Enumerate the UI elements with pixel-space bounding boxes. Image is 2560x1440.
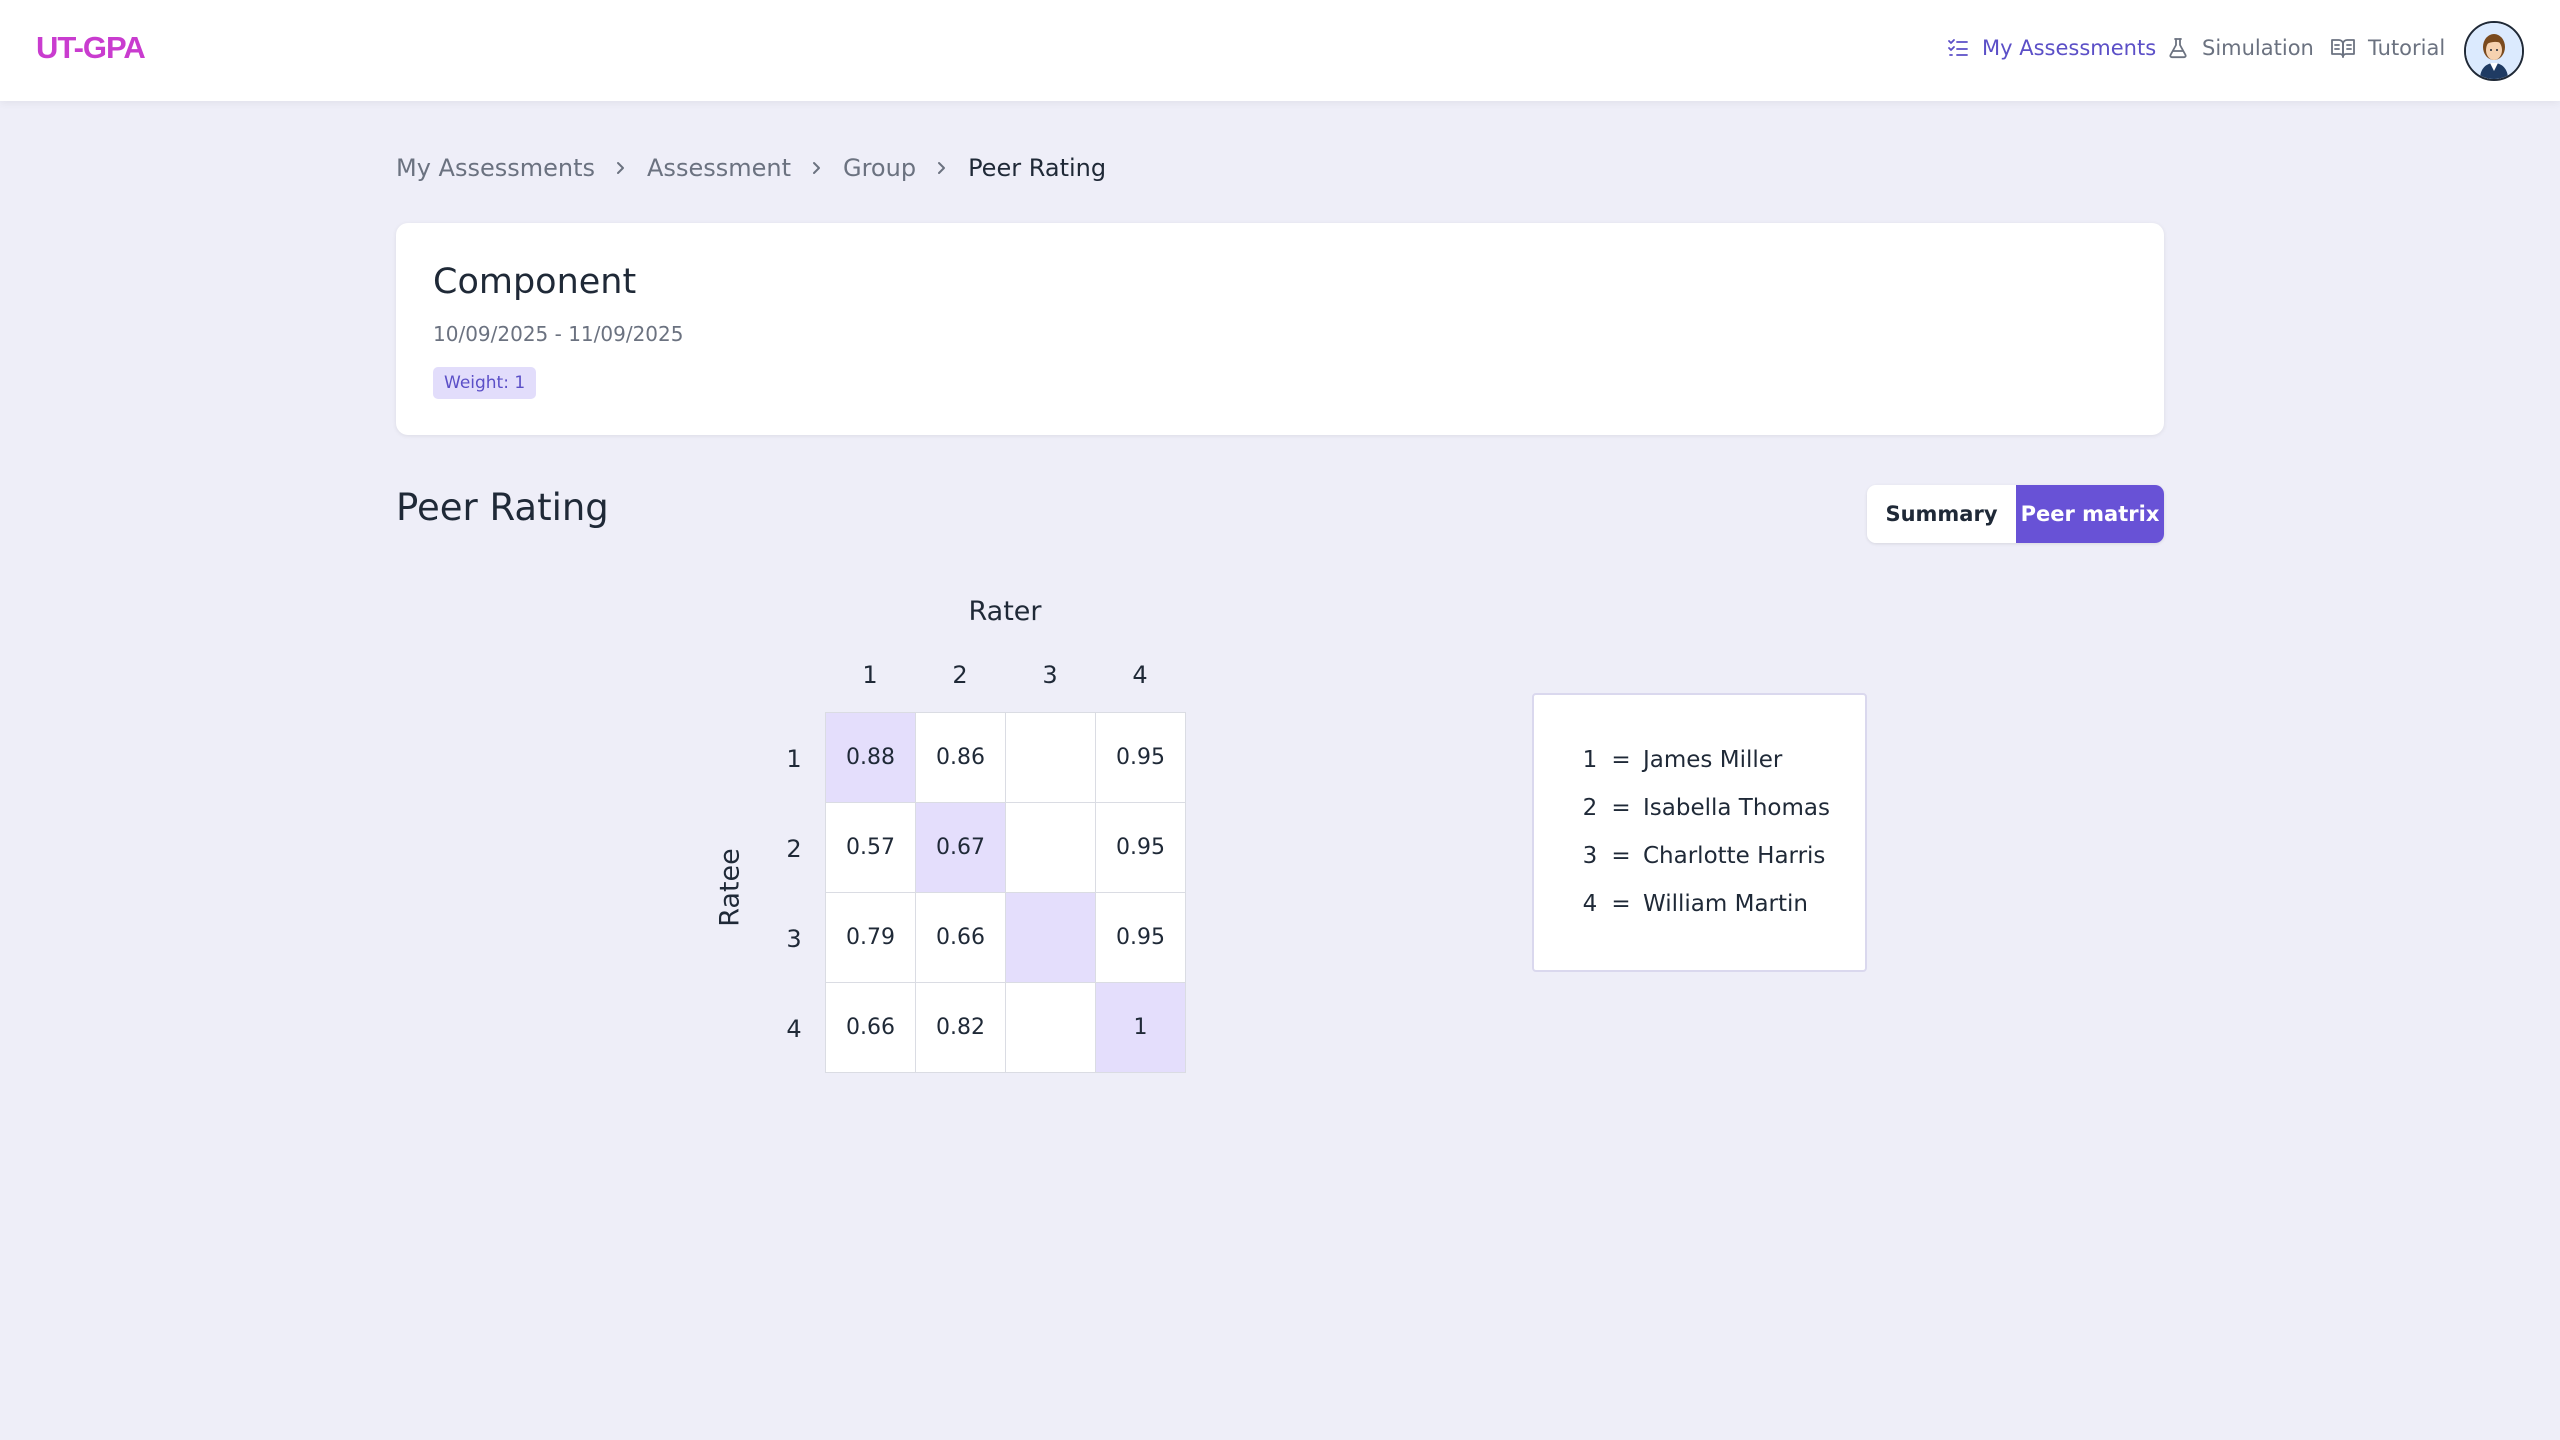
breadcrumb-peer-rating: Peer Rating	[968, 154, 1107, 182]
component-dates: 10/09/2025 - 11/09/2025	[433, 322, 684, 346]
legend-equals: =	[1611, 747, 1631, 773]
legend-number: 3	[1582, 843, 1598, 869]
user-avatar-icon	[2466, 23, 2522, 79]
matrix-cell	[1006, 983, 1096, 1073]
legend-row: 3 = Charlotte Harris	[1581, 843, 1826, 869]
nav-my-assessments-label: My Assessments	[1982, 36, 2157, 60]
chevron-right-icon	[615, 160, 627, 176]
legend-row: 4 = William Martin	[1581, 891, 1808, 917]
component-card: Component 10/09/2025 - 11/09/2025 Weight…	[396, 223, 2164, 435]
legend-row: 2 = Isabella Thomas	[1581, 795, 1830, 821]
matrix-column-header: 1	[862, 661, 878, 689]
matrix-cell: 0.67	[916, 803, 1006, 893]
view-toggle: Summary Peer matrix	[1867, 485, 2164, 543]
matrix-column-header: 4	[1132, 661, 1148, 689]
matrix-cell: 0.66	[826, 983, 916, 1073]
legend-equals: =	[1611, 891, 1631, 917]
nav-simulation[interactable]: Simulation	[2166, 36, 2314, 60]
member-legend: 1 = James Miller 2 = Isabella Thomas 3 =…	[1532, 693, 1867, 972]
peer-rating-title: Peer Rating	[396, 486, 609, 529]
matrix-cell: 0.86	[916, 713, 1006, 803]
legend-number: 1	[1582, 747, 1598, 773]
legend-name: William Martin	[1643, 891, 1808, 917]
peer-matrix-button[interactable]: Peer matrix	[2016, 485, 2164, 543]
nav-tutorial-label: Tutorial	[2368, 36, 2446, 60]
component-title: Component	[433, 262, 637, 302]
matrix-cell	[1006, 713, 1096, 803]
matrix-row-header: 1	[786, 745, 802, 773]
matrix-cell: 0.79	[826, 893, 916, 983]
brand-logo[interactable]: UT-GPA	[36, 30, 146, 66]
nav-my-assessments[interactable]: My Assessments	[1946, 36, 2156, 60]
matrix-row-header: 2	[786, 835, 802, 863]
matrix-cell: 0.82	[916, 983, 1006, 1073]
weight-badge: Weight: 1	[433, 367, 537, 399]
chevron-right-icon	[811, 160, 823, 176]
matrix-column-header: 3	[1042, 661, 1058, 689]
matrix-row-header: 4	[786, 1015, 802, 1043]
matrix-cell: 0.57	[826, 803, 916, 893]
legend-row: 1 = James Miller	[1581, 747, 1783, 773]
legend-name: Charlotte Harris	[1643, 843, 1826, 869]
top-navbar: UT-GPA My Assessments Simulation Tutoria…	[0, 0, 2560, 101]
breadcrumb-my-assessments[interactable]: My Assessments	[396, 154, 595, 182]
matrix-cell	[1006, 893, 1096, 983]
legend-number: 2	[1582, 795, 1598, 821]
legend-name: James Miller	[1643, 747, 1783, 773]
user-avatar[interactable]	[2464, 21, 2524, 81]
legend-number: 4	[1582, 891, 1598, 917]
matrix-cell: 0.95	[1096, 713, 1186, 803]
legend-equals: =	[1611, 843, 1631, 869]
checklist-icon	[1948, 39, 1968, 56]
legend-name: Isabella Thomas	[1643, 795, 1830, 821]
book-icon	[2331, 39, 2355, 58]
peer-matrix-grid: 0.88 0.86 0.95 0.57 0.67 0.95 0.79 0.66 …	[825, 712, 1186, 1073]
breadcrumb: My Assessments Assessment Group Peer Rat…	[396, 154, 1106, 182]
breadcrumb-group[interactable]: Group	[843, 154, 916, 182]
rater-axis-label: Rater	[968, 596, 1042, 627]
ratee-axis-label: Ratee	[714, 848, 746, 927]
chevron-right-icon	[936, 160, 948, 176]
matrix-column-header: 2	[952, 661, 968, 689]
matrix-cell: 0.88	[826, 713, 916, 803]
flask-icon	[2169, 38, 2187, 59]
matrix-cell: 0.95	[1096, 893, 1186, 983]
nav-simulation-label: Simulation	[2202, 36, 2314, 60]
matrix-cell: 0.95	[1096, 803, 1186, 893]
matrix-cell: 1	[1096, 983, 1186, 1073]
legend-equals: =	[1611, 795, 1631, 821]
summary-button[interactable]: Summary	[1867, 485, 2016, 543]
matrix-row-header: 3	[786, 925, 802, 953]
nav-tutorial[interactable]: Tutorial	[2330, 36, 2445, 60]
matrix-cell: 0.66	[916, 893, 1006, 983]
matrix-cell	[1006, 803, 1096, 893]
breadcrumb-assessment[interactable]: Assessment	[647, 154, 791, 182]
